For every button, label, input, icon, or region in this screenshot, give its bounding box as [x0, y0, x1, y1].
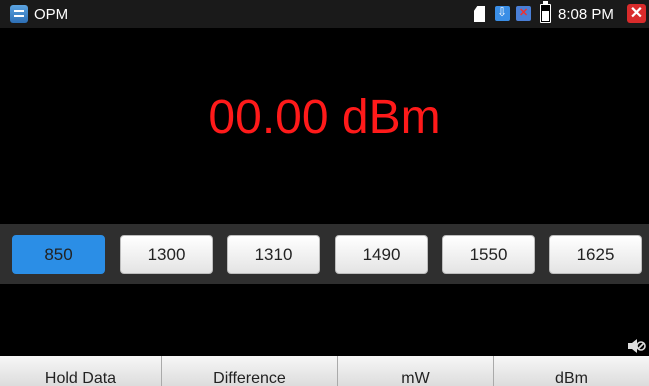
info-area — [0, 284, 649, 356]
wavelength-button-850[interactable]: 850 — [12, 235, 105, 274]
hold-data-button[interactable]: Hold Data — [0, 356, 162, 386]
wavelength-bar: 850 1300 1310 1490 1550 1625 — [0, 224, 649, 284]
dbm-unit-button[interactable]: dBm — [494, 356, 649, 386]
wavelength-button-1625[interactable]: 1625 — [549, 235, 642, 274]
wavelength-button-1300[interactable]: 1300 — [120, 235, 213, 274]
speaker-mute-icon[interactable] — [626, 336, 646, 356]
app-icon — [10, 5, 28, 23]
download-icon — [495, 5, 510, 21]
mw-unit-button[interactable]: mW — [338, 356, 494, 386]
wavelength-button-1310[interactable]: 1310 — [227, 235, 320, 274]
difference-button[interactable]: Difference — [162, 356, 338, 386]
network-error-icon — [516, 6, 531, 21]
app-title: OPM — [34, 6, 69, 23]
battery-icon — [540, 1, 551, 23]
clock: 8:08 PM — [558, 6, 614, 23]
bottom-toolbar: Hold Data Difference mW dBm — [0, 356, 649, 386]
wavelength-button-1550[interactable]: 1550 — [442, 235, 535, 274]
status-bar: OPM 8:08 PM ✕ — [0, 0, 649, 28]
wavelength-button-1490[interactable]: 1490 — [335, 235, 428, 274]
close-icon[interactable]: ✕ — [627, 4, 646, 23]
reading-area: 00.00 dBm — [0, 28, 649, 224]
power-reading: 00.00 dBm — [208, 91, 441, 144]
sd-card-icon — [474, 6, 485, 22]
